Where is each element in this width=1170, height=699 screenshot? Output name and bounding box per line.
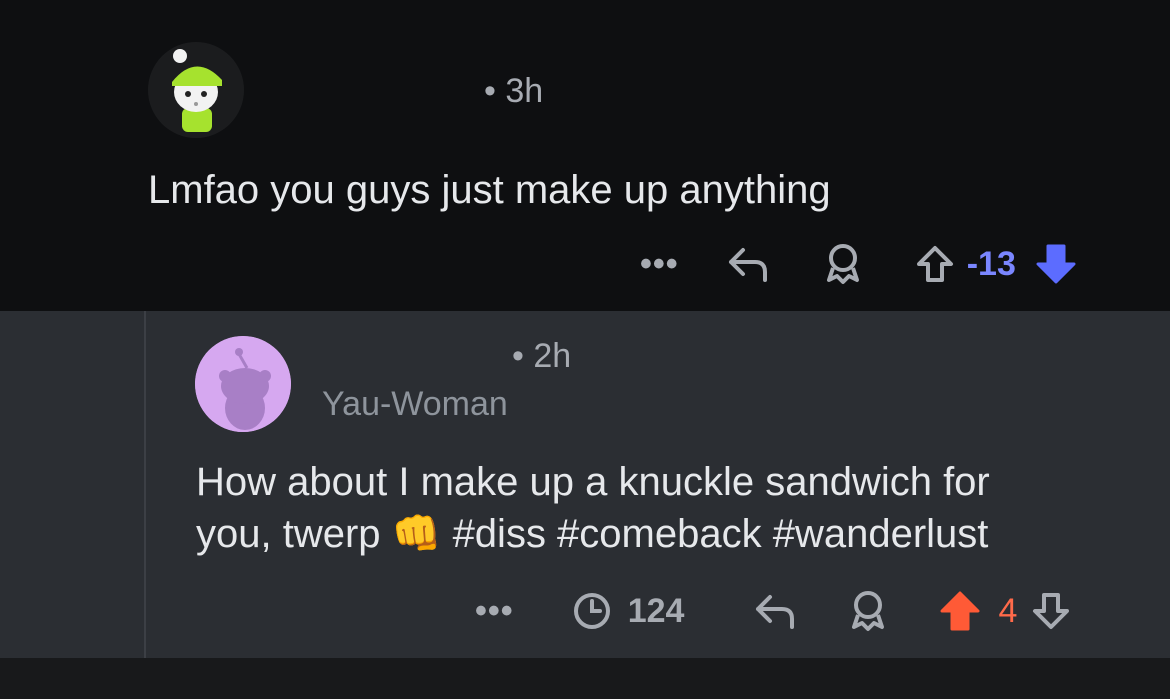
user-flair: Yau-Woman — [322, 385, 508, 423]
timestamp: • 3h — [484, 72, 544, 110]
clock-icon — [572, 591, 612, 631]
timestamp: • 2h — [512, 337, 572, 375]
more-options-button[interactable]: ••• — [640, 245, 679, 284]
reply-icon[interactable] — [754, 591, 798, 631]
comment: • 3h Lmfao you guys just make up anythin… — [0, 0, 1170, 311]
comment-actions: ••• -13 — [640, 238, 1078, 290]
comment-body: How about I make up a knuckle sandwich f… — [196, 456, 990, 560]
avatar[interactable] — [195, 336, 291, 432]
vote-score: -13 — [966, 244, 1016, 283]
upvote-icon[interactable] — [915, 244, 955, 284]
award-icon[interactable] — [848, 589, 888, 633]
comment-actions: ••• 124 4 — [475, 585, 1071, 637]
avatar[interactable] — [148, 42, 244, 138]
more-options-button[interactable]: ••• — [475, 592, 514, 631]
vote-score: 4 — [998, 591, 1018, 630]
comment-body-line: How about I make up a knuckle sandwich f… — [196, 460, 990, 504]
downvote-icon[interactable] — [1031, 591, 1071, 631]
thread-line — [144, 311, 146, 658]
bottom-bar — [0, 658, 1170, 699]
comment-reply: • 2h Yau-Woman How about I make up a knu… — [0, 311, 1170, 658]
reply-icon[interactable] — [727, 244, 771, 284]
comment-body-line: you, twerp 👊 #diss #comeback #wanderlust — [196, 512, 989, 556]
view-count: 124 — [627, 591, 685, 630]
downvote-icon[interactable] — [1034, 242, 1078, 286]
award-icon[interactable] — [823, 242, 863, 286]
upvote-icon[interactable] — [938, 589, 982, 633]
comment-body: Lmfao you guys just make up anything — [148, 168, 831, 212]
